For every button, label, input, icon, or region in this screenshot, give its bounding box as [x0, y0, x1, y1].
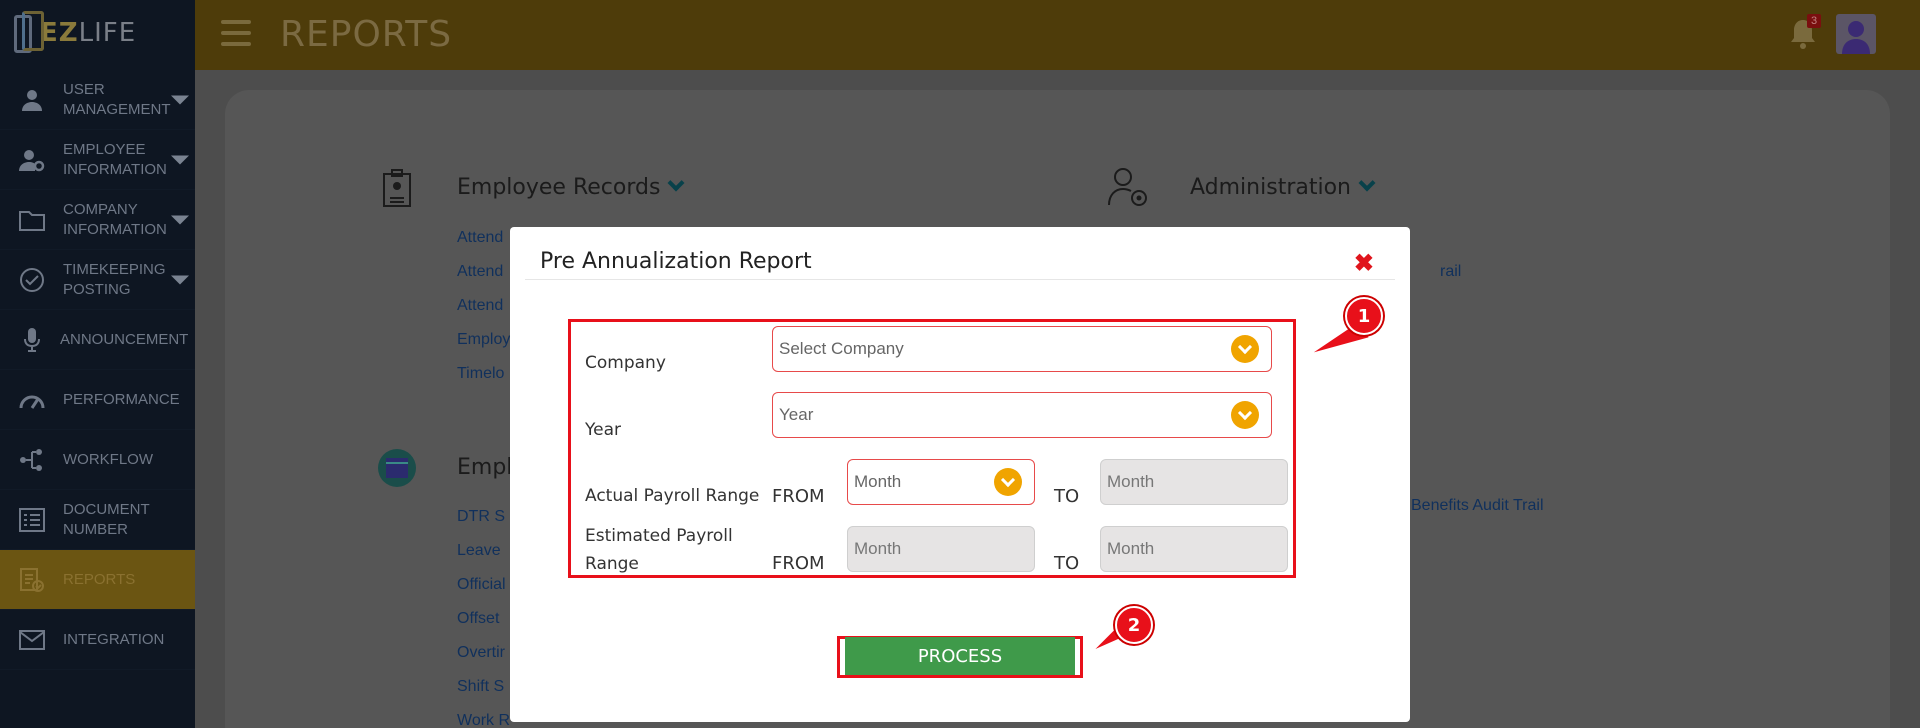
section-title-text: Employee Records: [457, 175, 661, 200]
user-icon: [18, 86, 46, 114]
sidebar-item-label: EMPLOYEE INFORMATION: [63, 140, 167, 178]
sidebar-item-label: INTEGRATION: [63, 630, 165, 648]
report-link[interactable]: DTR S: [457, 508, 505, 526]
report-link[interactable]: Timelo: [457, 365, 504, 383]
report-link[interactable]: Work R: [457, 712, 510, 728]
sidebar-item-document-number[interactable]: DOCUMENT NUMBER: [0, 490, 195, 550]
modal-title: Pre Annualization Report: [540, 249, 812, 274]
process-button[interactable]: PROCESS: [845, 637, 1075, 675]
chevron-down-icon: [667, 174, 685, 192]
to-label: TO: [1054, 553, 1080, 574]
select-placeholder: Select Company: [779, 339, 904, 358]
report-link[interactable]: Offset: [457, 610, 499, 628]
report-icon: [18, 566, 46, 594]
user-gear-icon: [18, 146, 46, 174]
report-link[interactable]: Attend: [457, 297, 503, 315]
chevron-down-icon: [994, 468, 1022, 496]
employee-section-title[interactable]: Empl: [457, 455, 512, 480]
sidebar-nav: USER MANAGEMENT EMPLOYEE INFORMATION COM…: [0, 70, 195, 670]
estimated-payroll-range-label: Estimated Payroll Range: [585, 522, 733, 578]
report-link[interactable]: rail: [1440, 263, 1461, 281]
sidebar-item-label: COMPANY INFORMATION: [63, 200, 167, 238]
label-line: Estimated Payroll: [585, 526, 733, 546]
company-label: Company: [585, 353, 666, 373]
close-icon[interactable]: ✖: [1354, 249, 1374, 278]
chevron-down-icon[interactable]: [171, 215, 189, 224]
report-link[interactable]: Leave: [457, 542, 501, 560]
company-select[interactable]: Select Company: [772, 326, 1272, 372]
actual-to-month-input: Month: [1100, 459, 1288, 505]
check-circle-icon: [18, 266, 46, 294]
report-link[interactable]: Overtir: [457, 644, 505, 662]
sidebar-item-label: WORKFLOW: [63, 450, 153, 468]
sidebar-item-timekeeping-posting[interactable]: TIMEKEEPING POSTING: [0, 250, 195, 310]
pre-annualization-modal: Pre Annualization Report ✖ Company Selec…: [510, 227, 1410, 722]
section-title-text: Administration: [1190, 175, 1351, 200]
avatar[interactable]: [1836, 14, 1876, 54]
sidebar-item-announcement[interactable]: ANNOUNCEMENT: [0, 310, 195, 370]
year-label: Year: [585, 420, 621, 440]
report-link[interactable]: Attend: [457, 263, 503, 281]
sidebar-item-label: DOCUMENT NUMBER: [63, 500, 150, 538]
sidebar-item-label: PERFORMANCE: [63, 390, 180, 408]
estimated-from-month-input: Month: [847, 526, 1035, 572]
from-label: FROM: [772, 553, 825, 574]
top-header: REPORTS 3: [195, 0, 1920, 70]
sidebar: EZLIFE USER MANAGEMENT EMPLOYEE INFORMAT…: [0, 0, 195, 728]
callout-badge-1: 1: [1345, 297, 1383, 335]
year-select[interactable]: Year: [772, 392, 1272, 438]
chevron-down-icon: [1358, 174, 1376, 192]
sidebar-item-label: REPORTS: [63, 570, 136, 588]
hamburger-menu-icon[interactable]: [221, 20, 251, 48]
employee-records-title[interactable]: Employee Records: [457, 174, 685, 200]
chevron-down-icon[interactable]: [171, 275, 189, 284]
estimated-to-month-input: Month: [1100, 526, 1288, 572]
sidebar-item-company-information[interactable]: COMPANY INFORMATION: [0, 190, 195, 250]
to-label: TO: [1054, 486, 1080, 507]
sidebar-item-user-management[interactable]: USER MANAGEMENT: [0, 70, 195, 130]
sidebar-item-integration[interactable]: INTEGRATION: [0, 610, 195, 670]
report-link[interactable]: Attend: [457, 229, 503, 247]
microphone-icon: [18, 326, 46, 354]
id-card-icon: [382, 168, 412, 213]
sidebar-item-performance[interactable]: PERFORMANCE: [0, 370, 195, 430]
report-link[interactable]: Employ: [457, 331, 510, 349]
folder-icon: [18, 206, 46, 234]
report-link[interactable]: Benefits Audit Trail: [1411, 497, 1544, 515]
workflow-icon: [18, 446, 46, 474]
page-title: REPORTS: [280, 14, 453, 55]
report-link[interactable]: Official: [457, 576, 506, 594]
sidebar-item-label: USER MANAGEMENT: [63, 80, 171, 118]
divider: [525, 279, 1395, 280]
gauge-icon: [18, 386, 46, 414]
sidebar-item-label: ANNOUNCEMENT: [60, 330, 189, 348]
report-link[interactable]: Shift S: [457, 678, 504, 696]
select-placeholder: Month: [854, 472, 902, 491]
sidebar-item-employee-information[interactable]: EMPLOYEE INFORMATION: [0, 130, 195, 190]
chevron-down-icon: [1231, 401, 1259, 429]
actual-from-month-select[interactable]: Month: [847, 459, 1035, 505]
sidebar-item-label: TIMEKEEPING POSTING: [63, 260, 166, 298]
actual-payroll-range-label: Actual Payroll Range: [585, 486, 760, 506]
notification-badge: 3: [1807, 14, 1822, 28]
callout-badge-2: 2: [1115, 606, 1153, 644]
chevron-down-icon[interactable]: [171, 95, 189, 104]
user-settings-icon: [1107, 165, 1151, 214]
administration-title[interactable]: Administration: [1190, 174, 1376, 200]
logo-life: LIFE: [78, 18, 137, 48]
from-label: FROM: [772, 486, 825, 507]
calendar-icon: [377, 448, 417, 493]
mail-icon: [18, 626, 46, 654]
logo-mark-icon: [12, 11, 48, 55]
ezlife-logo[interactable]: EZLIFE: [12, 8, 192, 58]
select-placeholder: Year: [779, 405, 814, 424]
sidebar-item-reports[interactable]: REPORTS: [0, 550, 195, 610]
chevron-down-icon: [1231, 335, 1259, 363]
list-icon: [18, 506, 46, 534]
chevron-down-icon[interactable]: [171, 155, 189, 164]
sidebar-item-workflow[interactable]: WORKFLOW: [0, 430, 195, 490]
label-line: Range: [585, 554, 639, 574]
